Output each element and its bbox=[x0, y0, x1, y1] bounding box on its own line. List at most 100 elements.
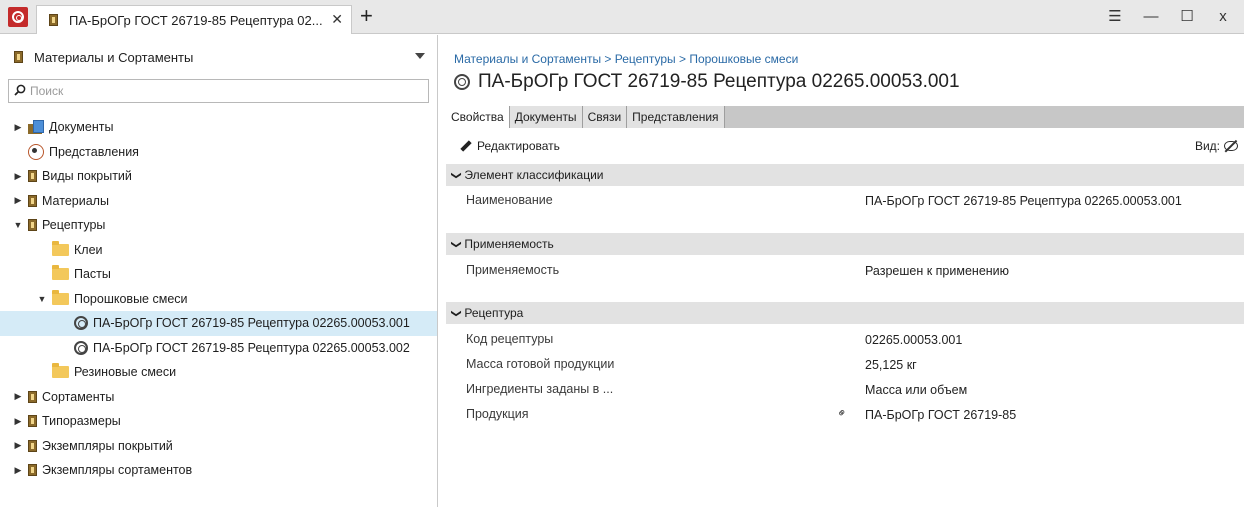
property-value[interactable]: ПА-БрОГр ГОСТ 26719-85 bbox=[865, 408, 1016, 422]
property-name: Масса готовой продукции bbox=[466, 357, 615, 371]
title-bar: ПА-БрОГр ГОСТ 26719-85 Рецептура 02... ✕… bbox=[0, 0, 1244, 34]
maximize-button[interactable]: ☐ bbox=[1176, 6, 1198, 26]
chevron-down-icon[interactable] bbox=[415, 53, 425, 59]
tab-documents[interactable]: Документы bbox=[509, 106, 583, 128]
tree-item-views[interactable]: Представления bbox=[0, 140, 437, 165]
tree-item-label: Резиновые смеси bbox=[74, 365, 177, 380]
tree-item-label: Клеи bbox=[74, 242, 103, 257]
section-recipe[interactable]: ❯ Рецептура bbox=[446, 302, 1244, 324]
tree-item-recipe-001[interactable]: ПА-БрОГр ГОСТ 26719-85 Рецептура 02265.0… bbox=[0, 311, 437, 336]
close-tab-icon[interactable]: ✕ bbox=[331, 11, 343, 28]
property-row: Применяемость Разрешен к применению bbox=[446, 259, 1244, 283]
tree-item-pastes[interactable]: Пасты bbox=[0, 262, 437, 287]
tree-item-assortment-instances[interactable]: ▶ Экземпляры сортаментов bbox=[0, 458, 437, 483]
collapse-icon[interactable]: ▼ bbox=[36, 294, 48, 304]
expand-icon[interactable]: ▶ bbox=[12, 391, 24, 402]
book-icon bbox=[28, 170, 37, 183]
tree-item-assortments[interactable]: ▶ Сортаменты bbox=[0, 385, 437, 410]
tree-item-label: Экземпляры покрытий bbox=[42, 438, 173, 453]
property-name: Ингредиенты заданы в ... bbox=[466, 382, 614, 396]
tree-item-coating-instances[interactable]: ▶ Экземпляры покрытий bbox=[0, 434, 437, 459]
catalog-label: Материалы и Сортаменты bbox=[34, 49, 194, 65]
tab-views[interactable]: Представления bbox=[627, 106, 725, 128]
property-row: Продукция ⚭ ПА-БрОГр ГОСТ 26719-85 bbox=[446, 403, 1244, 427]
property-row: Код рецептуры 02265.00053.001 bbox=[446, 328, 1244, 352]
breadcrumb-link-catalog[interactable]: Материалы и Сортаменты bbox=[454, 52, 601, 66]
property-value[interactable]: 25,125 кг bbox=[865, 358, 917, 372]
window-controls: ☰ — ☐ x bbox=[1104, 6, 1234, 26]
section-title: Рецептура bbox=[464, 306, 524, 320]
section-classification[interactable]: ❯ Элемент классификации bbox=[446, 164, 1244, 186]
property-name: Наименование bbox=[466, 193, 553, 207]
book-icon bbox=[28, 415, 37, 428]
search-field[interactable] bbox=[8, 79, 429, 103]
tree-item-recipe-002[interactable]: ПА-БрОГр ГОСТ 26719-85 Рецептура 02265.0… bbox=[0, 336, 437, 361]
minimize-button[interactable]: — bbox=[1140, 6, 1162, 26]
folder-icon bbox=[52, 240, 69, 256]
tab-properties[interactable]: Свойства bbox=[446, 106, 510, 128]
expand-icon[interactable]: ▶ bbox=[12, 195, 24, 206]
close-window-button[interactable]: x bbox=[1212, 6, 1234, 26]
material-book-icon bbox=[14, 51, 23, 63]
menu-icon[interactable]: ☰ bbox=[1104, 6, 1126, 26]
tab-bar: Свойства Документы Связи Представления bbox=[446, 106, 1244, 128]
breadcrumb-link-powder-mixes[interactable]: Порошковые смеси bbox=[689, 52, 798, 66]
view-toggle[interactable]: Вид: bbox=[1195, 139, 1238, 153]
chevron-down-icon: ❯ bbox=[450, 308, 462, 318]
property-value[interactable]: Разрешен к применению bbox=[865, 264, 1009, 278]
tree-item-documents[interactable]: ▶ Документы bbox=[0, 115, 437, 140]
book-icon bbox=[28, 439, 37, 452]
expand-icon[interactable]: ▶ bbox=[12, 122, 24, 133]
tree-item-recipes[interactable]: ▼ Рецептуры bbox=[0, 213, 437, 238]
book-icon bbox=[28, 219, 37, 232]
tree-item-label: ПА-БрОГр ГОСТ 26719-85 Рецептура 02265.0… bbox=[93, 316, 410, 331]
property-name: Код рецептуры bbox=[466, 332, 554, 346]
property-row: Масса готовой продукции 25,125 кг bbox=[446, 353, 1244, 377]
chevron-down-icon: ❯ bbox=[450, 239, 462, 249]
tree-item-label: Типоразмеры bbox=[42, 414, 121, 429]
catalog-selector[interactable]: Материалы и Сортаменты bbox=[0, 35, 437, 79]
property-row: Ингредиенты заданы в ... Масса или объем bbox=[446, 378, 1244, 402]
document-tab[interactable]: ПА-БрОГр ГОСТ 26719-85 Рецептура 02... ✕ bbox=[36, 5, 352, 34]
edit-button[interactable]: Редактировать bbox=[458, 139, 560, 153]
expand-icon[interactable]: ▶ bbox=[12, 465, 24, 476]
property-value[interactable]: 02265.00053.001 bbox=[865, 333, 962, 347]
property-value[interactable]: ПА-БрОГр ГОСТ 26719-85 Рецептура 02265.0… bbox=[865, 194, 1182, 208]
tree-item-materials[interactable]: ▶ Материалы bbox=[0, 189, 437, 214]
folder-icon bbox=[52, 363, 69, 379]
expand-icon[interactable]: ▶ bbox=[12, 440, 24, 451]
toolbar: Редактировать Вид: bbox=[446, 131, 1244, 161]
link-icon[interactable]: ⚭ bbox=[834, 404, 851, 421]
book-icon bbox=[28, 194, 37, 207]
tree-item-glues[interactable]: Клеи bbox=[0, 238, 437, 263]
property-value[interactable]: Масса или объем bbox=[865, 383, 967, 397]
tree-item-label: Материалы bbox=[42, 193, 109, 208]
tree-item-rubber-mixes[interactable]: Резиновые смеси bbox=[0, 360, 437, 385]
section-title: Применяемость bbox=[464, 237, 554, 251]
search-input[interactable] bbox=[30, 84, 420, 98]
breadcrumb: Материалы и Сортаменты > Рецептуры > Пор… bbox=[454, 52, 798, 66]
tree-item-coating-types[interactable]: ▶ Виды покрытий bbox=[0, 164, 437, 189]
recipe-icon bbox=[74, 316, 88, 331]
breadcrumb-separator: > bbox=[675, 52, 690, 66]
tree-item-sizes[interactable]: ▶ Типоразмеры bbox=[0, 409, 437, 434]
property-row: Наименование ПА-БрОГр ГОСТ 26719-85 Реце… bbox=[446, 189, 1244, 213]
tree-item-label: Порошковые смеси bbox=[74, 291, 188, 306]
tab-links[interactable]: Связи bbox=[582, 106, 628, 128]
recipe-icon bbox=[454, 74, 470, 90]
breadcrumb-link-recipes[interactable]: Рецептуры bbox=[615, 52, 676, 66]
eye-off-icon[interactable] bbox=[1224, 141, 1238, 151]
expand-icon[interactable]: ▶ bbox=[12, 171, 24, 182]
tree-item-label: Сортаменты bbox=[42, 389, 115, 404]
tree-item-powder-mixes[interactable]: ▼ Порошковые смеси bbox=[0, 287, 437, 312]
section-applicability[interactable]: ❯ Применяемость bbox=[446, 233, 1244, 255]
breadcrumb-separator: > bbox=[601, 52, 615, 66]
expand-icon[interactable]: ▶ bbox=[12, 416, 24, 427]
app-logo-icon[interactable] bbox=[8, 7, 28, 27]
tree-item-label: ПА-БрОГр ГОСТ 26719-85 Рецептура 02265.0… bbox=[93, 340, 410, 355]
new-tab-button[interactable]: + bbox=[360, 5, 373, 27]
page-title-text: ПА-БрОГр ГОСТ 26719-85 Рецептура 02265.0… bbox=[478, 71, 960, 92]
collapse-icon[interactable]: ▼ bbox=[12, 220, 24, 230]
documents-icon bbox=[28, 120, 44, 135]
book-icon bbox=[28, 464, 37, 477]
